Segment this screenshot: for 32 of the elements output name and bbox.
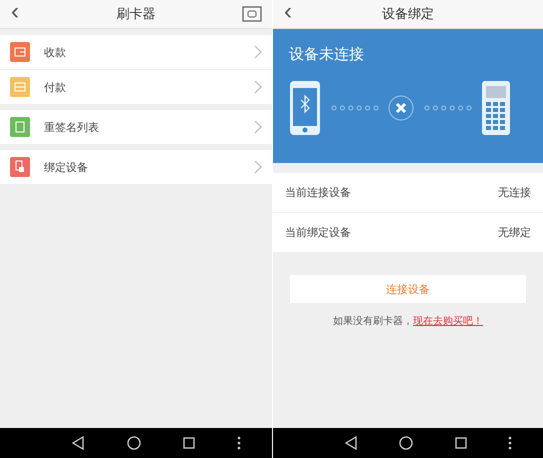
recents-icon[interactable] <box>183 437 195 449</box>
buy-link[interactable]: 现在去购买吧！ <box>413 314 483 328</box>
row-label: 当前连接设备 <box>285 185 351 200</box>
back-button[interactable]: ‹ <box>273 0 297 28</box>
home-icon[interactable] <box>399 436 414 450</box>
dots-icon <box>424 105 472 111</box>
back-icon[interactable] <box>71 436 85 450</box>
chevron-icon <box>254 80 262 94</box>
chevron-icon <box>254 160 262 174</box>
phone-icon <box>289 80 321 136</box>
menu-item[interactable]: 付款 <box>0 69 272 104</box>
banner-title: 设备未连接 <box>289 45 365 64</box>
home-icon[interactable] <box>127 436 141 450</box>
menu-item[interactable]: 绑定设备 <box>0 150 272 184</box>
chevron-icon <box>254 120 262 134</box>
back-button[interactable]: ‹ <box>0 0 24 28</box>
more-icon[interactable] <box>508 436 512 450</box>
card-reader-icon <box>481 80 511 136</box>
screen-title: 刷卡器 <box>116 6 156 23</box>
screen-switch-icon[interactable] <box>242 6 262 22</box>
chevron-icon <box>254 45 262 59</box>
menu-item[interactable]: 重签名列表 <box>0 110 272 144</box>
menu-item[interactable]: 收款 <box>0 35 272 69</box>
more-icon[interactable] <box>237 436 241 450</box>
recents-icon[interactable] <box>454 437 467 449</box>
back-icon[interactable] <box>344 436 358 450</box>
row-value: 无绑定 <box>498 225 531 240</box>
screen-title: 设备绑定 <box>382 6 434 23</box>
dots-icon <box>330 105 378 111</box>
row-label: 当前绑定设备 <box>285 225 351 240</box>
hint-text: 如果没有刷卡器， <box>333 314 413 328</box>
row-value: 无连接 <box>498 185 531 200</box>
